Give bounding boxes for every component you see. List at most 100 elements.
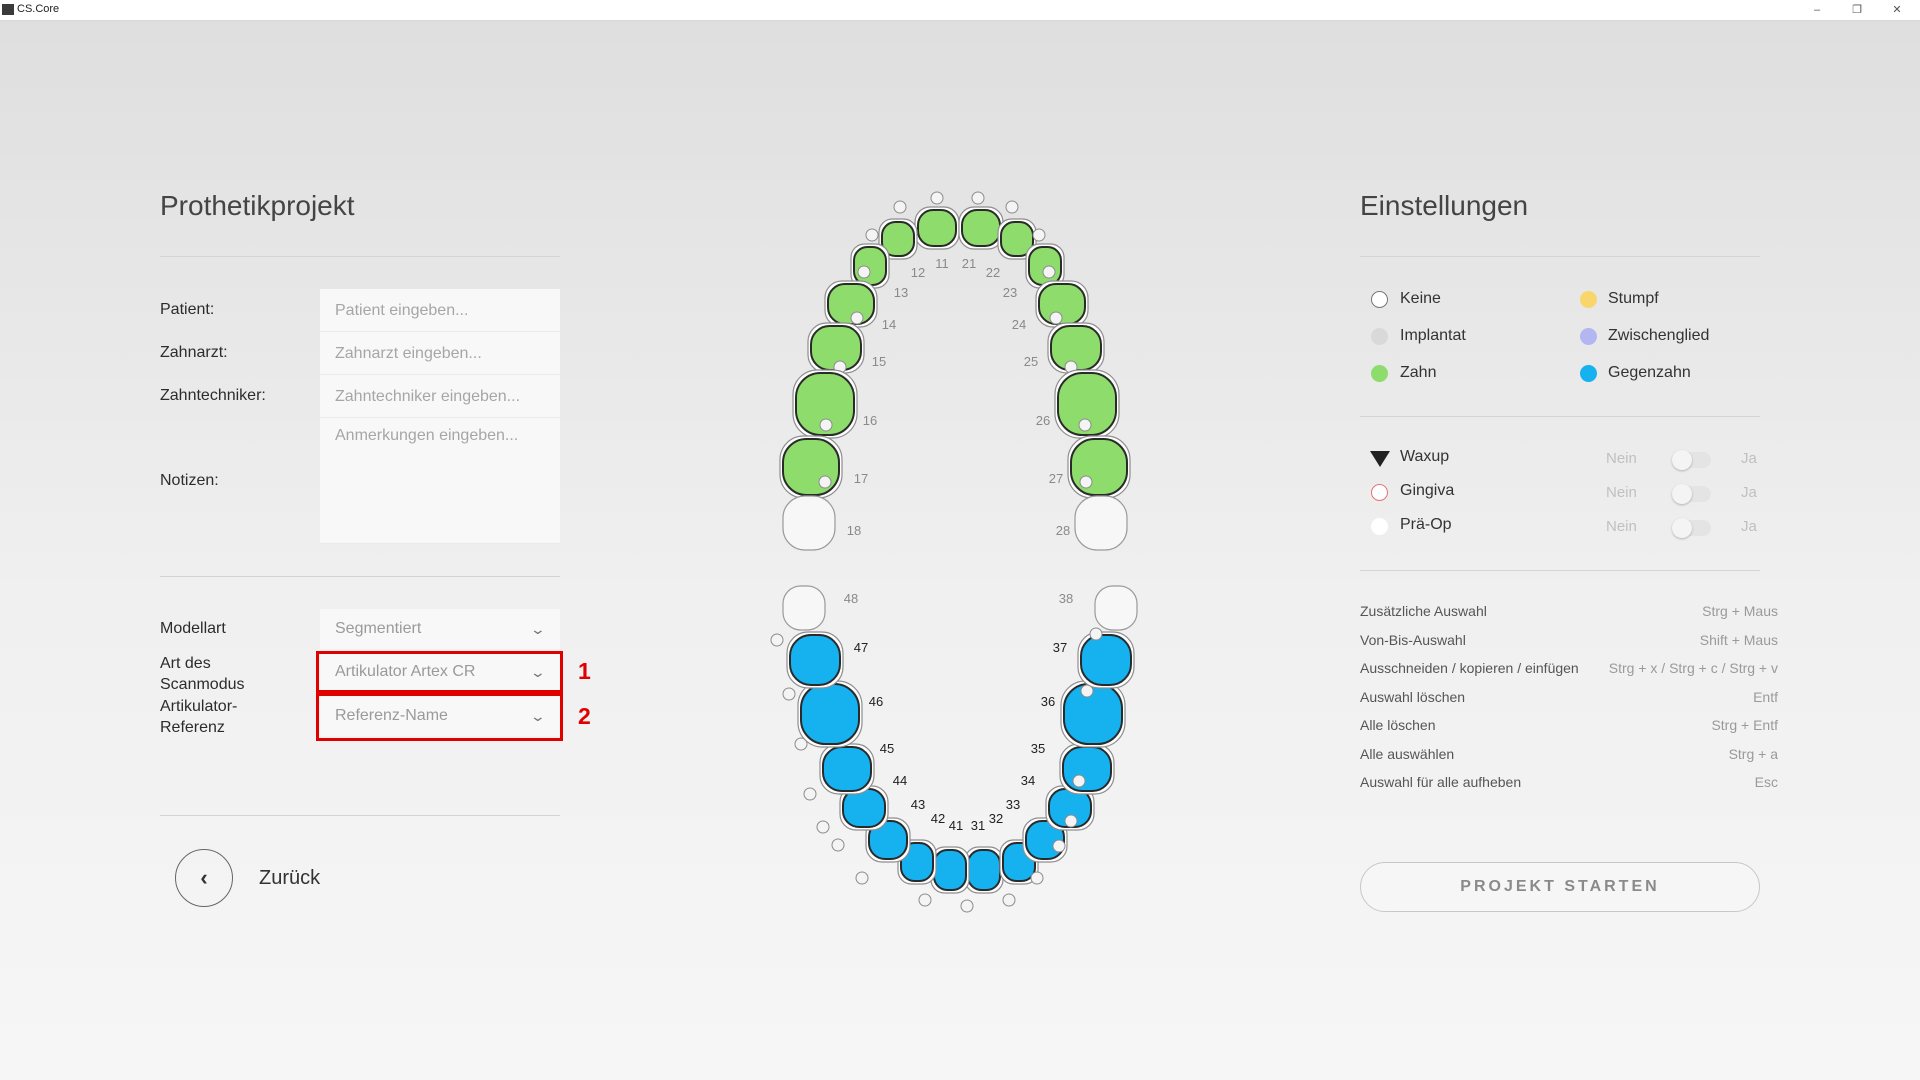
tooth-22-marker[interactable] bbox=[1005, 200, 1019, 214]
zahntechniker-label: Zahntechniker: bbox=[160, 387, 266, 404]
back-label[interactable]: Zurück bbox=[259, 867, 320, 890]
artikulator-label: Artikulator- Referenz bbox=[160, 698, 238, 736]
tooth-15-marker[interactable] bbox=[850, 311, 864, 325]
tooth-21-marker[interactable] bbox=[971, 191, 985, 205]
window-titlebar: CS.Core – ❐ ✕ bbox=[0, 0, 1920, 21]
notizen-textarea[interactable]: Anmerkungen eingeben... bbox=[320, 418, 560, 544]
legend-stumpf[interactable]: Stumpf bbox=[1608, 290, 1659, 308]
tooth-11[interactable] bbox=[917, 209, 957, 247]
tooth-36-marker[interactable] bbox=[1072, 774, 1086, 788]
legend-keine[interactable]: Keine bbox=[1400, 290, 1441, 308]
tooth-28[interactable] bbox=[1074, 495, 1128, 551]
shortcut-action: Alle auswählen bbox=[1360, 746, 1455, 762]
tooth-45-marker[interactable] bbox=[803, 787, 817, 801]
tooth-38[interactable] bbox=[1094, 585, 1138, 631]
tooth-33-label: 33 bbox=[1006, 797, 1020, 812]
tooth-35-label: 35 bbox=[1031, 741, 1045, 756]
tooth-18[interactable] bbox=[782, 495, 836, 551]
tooth-47[interactable] bbox=[789, 634, 841, 686]
legend-zahn[interactable]: Zahn bbox=[1400, 364, 1436, 382]
shortcut-keys: Strg + x / Strg + c / Strg + v bbox=[1608, 660, 1778, 676]
highlight-marker-1: 1 bbox=[578, 658, 591, 684]
shortcut-action: Auswahl löschen bbox=[1360, 689, 1466, 705]
tooth-14-marker[interactable] bbox=[857, 265, 871, 279]
dental-chart[interactable]: 11 1213 14 15 16 17 18 21 2223 24 25 26 27 28 31 323334… bbox=[740, 180, 1180, 920]
tooth-27-marker[interactable] bbox=[1078, 418, 1092, 432]
start-project-button[interactable]: PROJEKT STARTEN bbox=[1360, 862, 1760, 912]
waxup-toggle[interactable] bbox=[1672, 450, 1711, 470]
gingiva-label: Gingiva bbox=[1400, 482, 1455, 499]
tooth-41[interactable] bbox=[933, 849, 967, 891]
shortcut-action: Alle löschen bbox=[1360, 717, 1436, 733]
tooth-47-label: 47 bbox=[854, 640, 868, 655]
tooth-35[interactable] bbox=[1062, 746, 1112, 792]
tooth-17[interactable] bbox=[782, 438, 840, 496]
chevron-left-icon: ‹ bbox=[200, 865, 208, 890]
tooth-41-label: 41 bbox=[949, 818, 963, 833]
zwischenglied-dot-icon bbox=[1580, 328, 1597, 345]
tooth-35-marker[interactable] bbox=[1064, 814, 1078, 828]
tooth-48[interactable] bbox=[782, 585, 826, 631]
tooth-31[interactable] bbox=[967, 849, 1001, 891]
tooth-17-marker[interactable] bbox=[819, 418, 833, 432]
tooth-45[interactable] bbox=[822, 746, 872, 792]
tooth-41-marker[interactable] bbox=[918, 893, 932, 907]
gingiva-yes-label: Ja bbox=[1741, 484, 1757, 501]
tooth-18-marker[interactable] bbox=[818, 475, 832, 489]
tooth-13-marker[interactable] bbox=[865, 228, 879, 242]
tooth-32-marker[interactable] bbox=[1002, 893, 1016, 907]
toggle-knob bbox=[1672, 450, 1692, 470]
tooth-37[interactable] bbox=[1080, 634, 1132, 686]
legend-zwischenglied[interactable]: Zwischenglied bbox=[1608, 327, 1709, 345]
tooth-44[interactable] bbox=[842, 788, 886, 828]
tooth-36-label: 36 bbox=[1041, 694, 1055, 709]
tooth-24-marker[interactable] bbox=[1042, 265, 1056, 279]
legend-gegenzahn[interactable]: Gegenzahn bbox=[1608, 364, 1691, 382]
shortcut-action: Ausschneiden / kopieren / einfügen bbox=[1360, 660, 1579, 676]
zahnarzt-label: Zahnarzt: bbox=[160, 344, 228, 361]
tooth-11-marker[interactable] bbox=[930, 191, 944, 205]
tooth-32-label: 32 bbox=[989, 811, 1003, 826]
zahnarzt-input[interactable]: Zahnarzt eingeben... bbox=[320, 332, 560, 375]
tooth-34-marker[interactable] bbox=[1052, 839, 1066, 853]
tooth-44-marker[interactable] bbox=[816, 820, 830, 834]
tooth-23[interactable] bbox=[1028, 246, 1062, 286]
restore-button[interactable]: ❐ bbox=[1840, 0, 1874, 20]
stumpf-dot-icon bbox=[1580, 291, 1597, 308]
tooth-25-marker[interactable] bbox=[1049, 311, 1063, 325]
tooth-48-marker[interactable] bbox=[770, 633, 784, 647]
divider bbox=[1360, 416, 1760, 417]
modellart-select[interactable]: Segmentiert ⌄ bbox=[320, 609, 560, 649]
tooth-28-marker[interactable] bbox=[1079, 475, 1093, 489]
close-button[interactable]: ✕ bbox=[1880, 0, 1914, 20]
gingiva-toggle[interactable] bbox=[1672, 484, 1711, 504]
tooth-47-marker[interactable] bbox=[782, 687, 796, 701]
app-logo-icon bbox=[2, 4, 14, 15]
divider bbox=[160, 256, 560, 257]
tooth-38-label: 38 bbox=[1059, 591, 1073, 606]
tooth-43-marker[interactable] bbox=[831, 838, 845, 852]
tooth-12-marker[interactable] bbox=[893, 200, 907, 214]
tooth-13-label: 13 bbox=[894, 285, 908, 300]
highlight-box-1 bbox=[316, 651, 563, 693]
praeop-label: Prä-Op bbox=[1400, 516, 1452, 533]
tooth-21[interactable] bbox=[961, 209, 1001, 247]
tooth-45-label: 45 bbox=[880, 741, 894, 756]
tooth-27[interactable] bbox=[1070, 438, 1128, 496]
back-button[interactable]: ‹ bbox=[175, 849, 233, 907]
patient-input[interactable]: Patient eingeben... bbox=[320, 289, 560, 332]
zahntechniker-input[interactable]: Zahntechniker eingeben... bbox=[320, 375, 560, 418]
tooth-38-marker[interactable] bbox=[1089, 627, 1103, 641]
tooth-33-marker[interactable] bbox=[1030, 871, 1044, 885]
minimize-button[interactable]: – bbox=[1800, 0, 1834, 20]
tooth-46[interactable] bbox=[800, 683, 860, 745]
tooth-31-marker[interactable] bbox=[960, 899, 974, 913]
praeop-toggle[interactable] bbox=[1672, 518, 1711, 538]
tooth-13[interactable] bbox=[853, 246, 887, 286]
tooth-23-marker[interactable] bbox=[1032, 228, 1046, 242]
shortcut-keys: Strg + Maus bbox=[1702, 603, 1778, 619]
tooth-34-label: 34 bbox=[1021, 773, 1035, 788]
legend-implantat[interactable]: Implantat bbox=[1400, 327, 1466, 345]
chevron-down-icon: ⌄ bbox=[529, 621, 547, 637]
tooth-42-marker[interactable] bbox=[855, 871, 869, 885]
